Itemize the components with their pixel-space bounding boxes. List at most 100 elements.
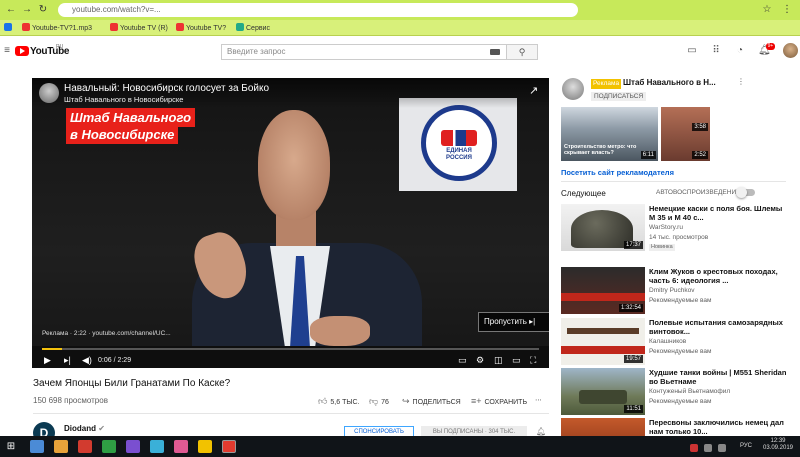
play-icon[interactable]: ▶: [44, 354, 51, 366]
taskbar-app-icon[interactable]: [174, 440, 188, 453]
speaker-hand: [310, 316, 370, 346]
recommendation-title[interactable]: Пересвоны заключились немец дал нам толь…: [649, 418, 789, 436]
advertiser-link[interactable]: Посетить сайт рекламодателя: [561, 168, 674, 177]
star-icon[interactable]: ☆: [760, 3, 774, 17]
ad-channel-title[interactable]: Штаб Навального в Н...: [623, 78, 738, 87]
fullscreen-icon[interactable]: ⛶: [530, 354, 536, 366]
recommendation-channel[interactable]: Dmitry Puchkov: [649, 287, 695, 294]
ad-thumbnail[interactable]: Строительство метро: что скрывает власть…: [561, 107, 658, 161]
save-button[interactable]: ≡+ СОХРАНИТЬ: [471, 396, 527, 406]
progress-fill: [42, 348, 62, 350]
taskbar-app-icon[interactable]: [102, 440, 116, 453]
recommendation-title[interactable]: Полевые испытания самозарядных винтовок.…: [649, 318, 789, 336]
verified-icon: ✔: [98, 424, 105, 433]
taskbar-app-icon[interactable]: [198, 440, 212, 453]
clock-date: 03.09.2019: [762, 445, 794, 451]
recommendation-channel[interactable]: Контуженый Вьетнамофил: [649, 388, 730, 395]
duration-badge: 11:51: [624, 405, 643, 413]
youtube-logo-icon[interactable]: [15, 46, 29, 56]
share-icon[interactable]: ↗: [529, 84, 538, 97]
back-icon[interactable]: ←: [4, 3, 18, 17]
duration-badge: 19:57: [623, 355, 643, 363]
tray-icon[interactable]: [704, 444, 712, 452]
recommendation-item[interactable]: 1:32:54 Клим Жуков о крестовых походах, …: [561, 267, 791, 319]
playlist-add-icon: ≡+: [471, 396, 482, 406]
theater-mode-icon[interactable]: ▭: [512, 354, 521, 366]
clock[interactable]: 12:39 03.09.2019: [760, 438, 796, 452]
forward-icon[interactable]: →: [20, 3, 34, 17]
party-flag-icon: [441, 130, 477, 146]
search-button[interactable]: ⚲: [507, 44, 538, 60]
like-button[interactable]: 👍︎ 5,6 ТЫС.: [318, 396, 360, 407]
video-thumbnail[interactable]: 17:37: [561, 204, 645, 251]
channel-name[interactable]: Diodand ✔: [64, 424, 105, 433]
more-actions-icon[interactable]: ⋯: [535, 396, 542, 404]
video-thumbnail[interactable]: [561, 418, 645, 436]
search-input[interactable]: Введите запрос: [221, 44, 507, 60]
miniplayer-icon[interactable]: ◫: [494, 354, 503, 366]
recommendation-meta: Рекомендуемые вам: [649, 398, 712, 405]
ad-thumbnail[interactable]: 3:58 2:52: [661, 107, 710, 161]
skip-ad-button[interactable]: Пропустить ▸|: [478, 312, 549, 332]
video-thumbnail[interactable]: 11:51: [561, 368, 645, 415]
channel-bell-icon[interactable]: 🔔︎: [536, 427, 546, 436]
taskbar-app-icon[interactable]: [150, 440, 164, 453]
keyboard-icon[interactable]: [490, 49, 500, 55]
recommendation-item[interactable]: Пересвоны заключились немец дал нам толь…: [561, 418, 791, 436]
ad-channel-avatar[interactable]: [39, 83, 59, 103]
browser-toolbar: ← → ↻ youtube.com/watch?v=... ☆ ⋮: [0, 0, 800, 20]
settings-gear-icon[interactable]: ⚙: [476, 354, 484, 366]
duration-badge: 1:32:54: [618, 304, 643, 312]
recommendation-channel[interactable]: WarStory.ru: [649, 224, 683, 231]
next-icon[interactable]: ▸|: [64, 354, 71, 366]
tray-icon[interactable]: [690, 444, 698, 452]
share-button[interactable]: ↪ ПОДЕЛИТЬСЯ: [402, 396, 461, 407]
video-player[interactable]: ЕДИНАЯ РОССИЯ Навальный: Новосибирск гол…: [32, 78, 549, 368]
taskbar-app-icon[interactable]: [30, 440, 44, 453]
taskbar-app-icon[interactable]: [126, 440, 140, 453]
dislike-button[interactable]: 👎︎ 76: [369, 396, 389, 407]
recommendation-item[interactable]: 11:51 Худшие танки войны | M551 Sheridan…: [561, 368, 791, 420]
player-overlay-title[interactable]: Навальный: Новосибирск голосует за Бойко: [64, 83, 269, 94]
player-overlay-channel[interactable]: Штаб Навального в Новосибирске: [64, 95, 183, 104]
youtube-logo-text[interactable]: YouTube: [30, 46, 70, 57]
autoplay-toggle[interactable]: [736, 187, 755, 198]
recommendation-channel[interactable]: Калашников: [649, 338, 686, 345]
create-video-icon[interactable]: ▭: [686, 45, 698, 57]
recommendation-title[interactable]: Клим Жуков о крестовых походах, часть 6:…: [649, 267, 789, 285]
new-badge: Новинка: [649, 244, 675, 251]
more-vert-icon[interactable]: ⋮: [737, 77, 745, 86]
bookmark-item[interactable]: Youtube TV?: [176, 23, 232, 33]
thumbs-up-icon: 👍︎: [318, 396, 328, 406]
start-icon[interactable]: ⊞: [4, 440, 18, 453]
ad-channel-avatar[interactable]: [562, 78, 584, 100]
volume-tray-icon[interactable]: [718, 444, 726, 452]
bookmark-item[interactable]: Youtube-TV?1.mp3: [22, 23, 106, 33]
taskbar-app-icon[interactable]: [54, 440, 68, 453]
video-thumbnail[interactable]: 1:32:54: [561, 267, 645, 314]
reload-icon[interactable]: ↻: [36, 3, 50, 17]
bookmark-item[interactable]: Сервис: [236, 23, 276, 33]
volume-icon[interactable]: ◀): [82, 354, 92, 366]
address-bar[interactable]: youtube.com/watch?v=...: [58, 3, 578, 17]
bookmark-item[interactable]: [4, 23, 14, 33]
apps-icon[interactable]: ⠿: [710, 45, 722, 57]
hamburger-icon[interactable]: ≡: [1, 45, 13, 57]
recommendation-item[interactable]: 17:37 Немецкие каски с поля боя. Шлемы М…: [561, 204, 791, 256]
recommendation-item[interactable]: 19:57 Полевые испытания самозарядных вин…: [561, 318, 791, 370]
subtitles-icon[interactable]: ▭: [458, 354, 467, 366]
recommendation-title[interactable]: Немецкие каски с поля боя. Шлемы М 35 и …: [649, 204, 789, 222]
account-avatar[interactable]: [783, 43, 798, 58]
ad-subscribe-button[interactable]: ПОДПИСАТЬСЯ: [591, 92, 647, 101]
chrome-taskbar-icon[interactable]: [222, 440, 236, 453]
progress-bar[interactable]: [42, 348, 539, 350]
recommendation-title[interactable]: Худшие танки войны | M551 Sheridan во Вь…: [649, 368, 789, 386]
menu-icon[interactable]: ⋮: [780, 3, 794, 17]
input-language[interactable]: РУС: [740, 443, 752, 449]
ad-badge: Реклама: [591, 79, 622, 89]
ad-info-text[interactable]: Реклама · 2:22 · youtube.com/channel/UC.…: [42, 330, 171, 337]
bookmark-item[interactable]: Youtube TV (R): [110, 23, 170, 33]
video-thumbnail[interactable]: 19:57: [561, 318, 645, 365]
messages-icon[interactable]: ◔: [734, 45, 746, 57]
taskbar-app-icon[interactable]: [78, 440, 92, 453]
